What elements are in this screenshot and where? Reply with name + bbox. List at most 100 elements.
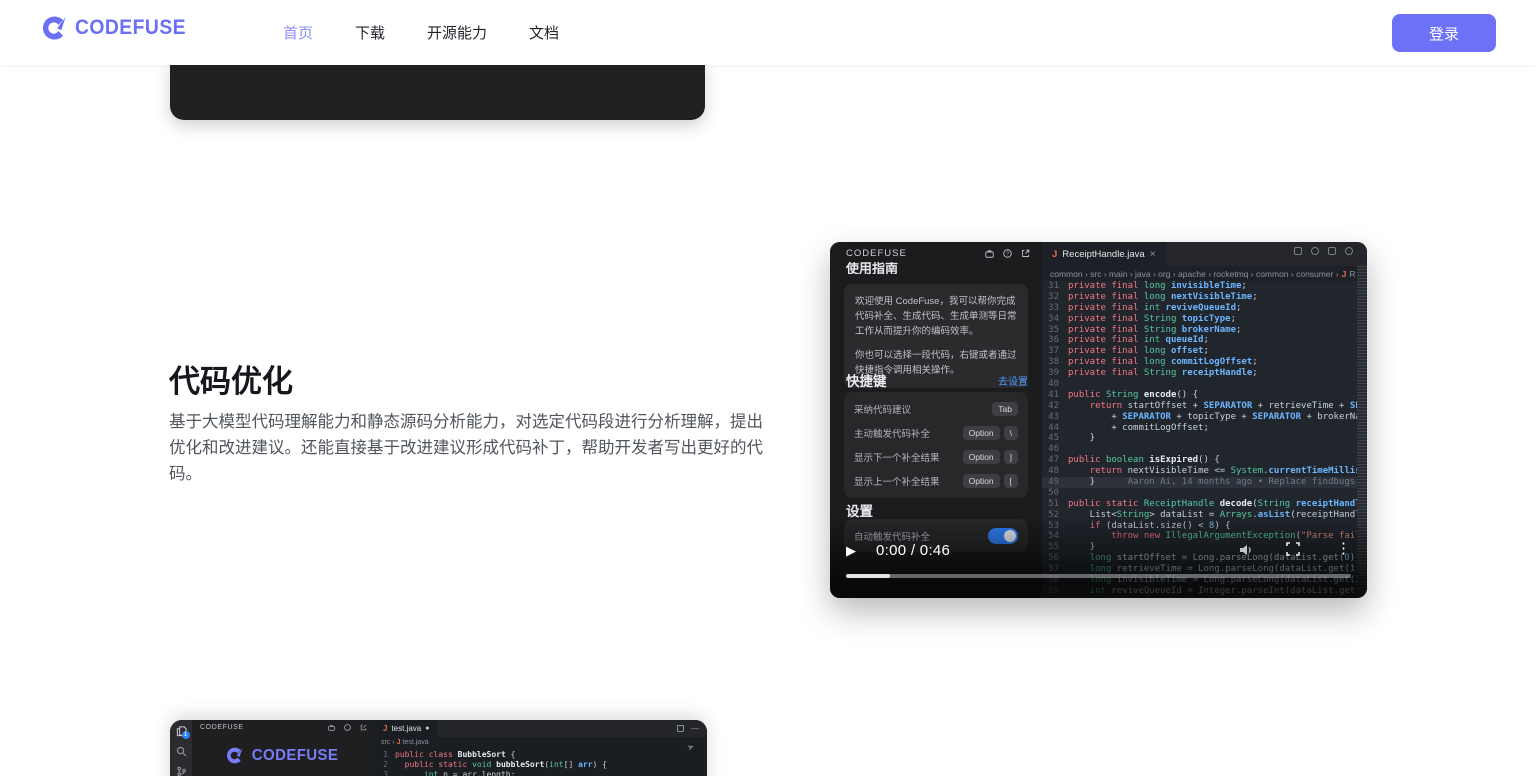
go-to-settings-link: 去设置 [998,373,1028,388]
code-line: 32private final long nextVisibleTime; [1042,292,1357,303]
shortcuts-header: 快捷键 去设置 [830,370,1042,390]
video-progress-bar[interactable] [846,574,1351,578]
line-number: 42 [1042,401,1068,412]
code-text: public static void bubbleSort(int[] arr)… [395,760,707,770]
editor-action-icons [1294,247,1353,255]
feature-video-player[interactable]: CODEFUSE ? 使用指南 欢迎使用 CodeFuse，我可以帮你完成代码补… [830,242,1367,598]
nav-links: 首页 下载 开源能力 文档 [283,0,559,65]
open-external-icon [360,724,367,731]
code-text: private final long nextVisibleTime; [1068,292,1357,303]
shortcut-row: 显示下一个补全结果Option] [854,445,1018,469]
line-number: 48 [1042,466,1068,477]
line-number: 43 [1042,412,1068,423]
code-text [1068,488,1357,499]
code-text: public boolean isExpired() { [1068,455,1357,466]
minimize-icon: — [691,724,699,733]
open-external-icon [1021,249,1030,258]
nav-item-home[interactable]: 首页 [283,22,313,43]
code-line: 48 return nextVisibleTime <= System.curr… [1042,466,1357,477]
breadcrumb: src › J test.java [375,737,707,748]
code-text [1068,379,1357,390]
code-text: return startOffset + SEPARATOR + retriev… [1068,401,1357,412]
settings-title: 设置 [846,504,873,519]
line-number: 1 [375,750,395,760]
modified-dot-icon: ● [425,725,429,732]
tab-close-icon: × [1150,249,1156,260]
line-number: 40 [1042,379,1068,390]
fullscreen-icon[interactable] [1286,542,1300,556]
shortcut-row: 显示上一个补全结果Option[ [854,469,1018,493]
nav-item-download[interactable]: 下载 [355,22,385,43]
explorer-badge: 1 [182,731,190,739]
code-text: public static ReceiptHandle decode(Strin… [1068,499,1357,510]
line-number: 31 [1042,281,1068,292]
code-text: public String encode() { [1068,390,1357,401]
guide-title: 使用指南 [846,262,898,274]
feature-paragraph: 基于大模型代码理解能力和静态源码分析能力，对选定代码段进行分析理解，提出优化和改… [169,409,765,487]
codefuse-logo-icon [40,14,68,42]
tab-filename: ReceiptHandle.java [1062,249,1144,260]
code-line: 50 [1042,488,1357,499]
code-line: 2 public static void bubbleSort(int[] ar… [375,760,707,770]
code-line: 43 + SEPARATOR + topicType + SEPARATOR +… [1042,412,1357,423]
bottom-video-partial[interactable]: 1 CODEFUSE [170,720,707,776]
code-text: if (dataList.size() < 8) { [1068,521,1357,532]
breadcrumb-file: R [1349,269,1355,279]
code-line: 46 [1042,444,1357,455]
code-line: 37private final long offset; [1042,346,1357,357]
code-line: 49 } Aaron Ai, 14 months ago • Replace f… [1042,477,1357,488]
code-text: private final int queueId; [1068,335,1357,346]
codefuse-logo[interactable]: CODEFUSE [40,14,196,42]
line-number: 53 [1042,521,1068,532]
play-button[interactable]: ▶ [846,543,856,559]
key-badge: Option [963,474,1000,488]
key-badge: ] [1004,450,1018,464]
line-number: 35 [1042,325,1068,336]
code-line: 36private final int queueId; [1042,335,1357,346]
line-number: 45 [1042,433,1068,444]
shortcuts-title: 快捷键 [846,370,998,390]
code-text: private final long offset; [1068,346,1357,357]
nav-item-opensource[interactable]: 开源能力 [427,22,487,43]
breadcrumb-path: src › [381,739,395,746]
code-text: private final String brokerName; [1068,325,1357,336]
code-text: return nextVisibleTime <= System.current… [1068,466,1357,477]
line-number: 49 [1042,477,1068,488]
line-number: 46 [1042,444,1068,455]
codefuse-logo-icon [225,746,244,765]
hero-video-partial[interactable] [170,60,705,120]
shortcut-label: 主动触发代码补全 [854,426,963,440]
login-button[interactable]: 登录 [1392,14,1496,52]
line-number: 52 [1042,510,1068,521]
nav-item-docs[interactable]: 文档 [529,22,559,43]
help-icon: ? [1003,249,1012,258]
code-text: private final String topicType; [1068,314,1357,325]
code-line: 33private final int reviveQueueId; [1042,303,1357,314]
code-text: private final long commitLogOffset; [1068,357,1357,368]
search-icon [176,746,187,757]
java-file-icon: J [383,724,387,733]
split-editor-icon [1328,247,1336,255]
panel-title: CODEFUSE [200,724,328,731]
breadcrumb-file: test.java [403,739,429,746]
welcome-line: 欢迎使用 CodeFuse，我可以帮你完成代码补全、生成代码、生成单测等日常工作… [855,294,1017,339]
briefcase-icon [328,724,335,731]
code-text: private final int reviveQueueId; [1068,303,1357,314]
run-icon [1311,247,1319,255]
panel-header: CODEFUSE ? [830,242,1042,264]
kebab-menu-icon[interactable]: ⋮ [1336,539,1351,557]
video-controls: ▶ 0:00 / 0:46 ⋮ [830,538,1367,598]
codefuse-panel-logo: CODEFUSE [192,746,375,765]
shortcut-row: 主动触发代码补全Option\ [854,421,1018,445]
page: CODEFUSE 首页 下载 开源能力 文档 登录 代码优化 基于大模型代码理解… [0,0,1536,776]
line-number: 50 [1042,488,1068,499]
java-file-icon: J [1052,249,1057,260]
line-number: 51 [1042,499,1068,510]
top-nav: CODEFUSE 首页 下载 开源能力 文档 登录 [0,0,1536,65]
code-text: + SEPARATOR + topicType + SEPARATOR + br… [1068,412,1357,423]
code-line: 45 } [1042,433,1357,444]
panel-header-icons: ? [985,249,1030,258]
editor-tab: J ReceiptHandle.java × [1042,242,1166,266]
key-badge: \ [1004,426,1018,440]
volume-icon[interactable] [1238,542,1254,558]
